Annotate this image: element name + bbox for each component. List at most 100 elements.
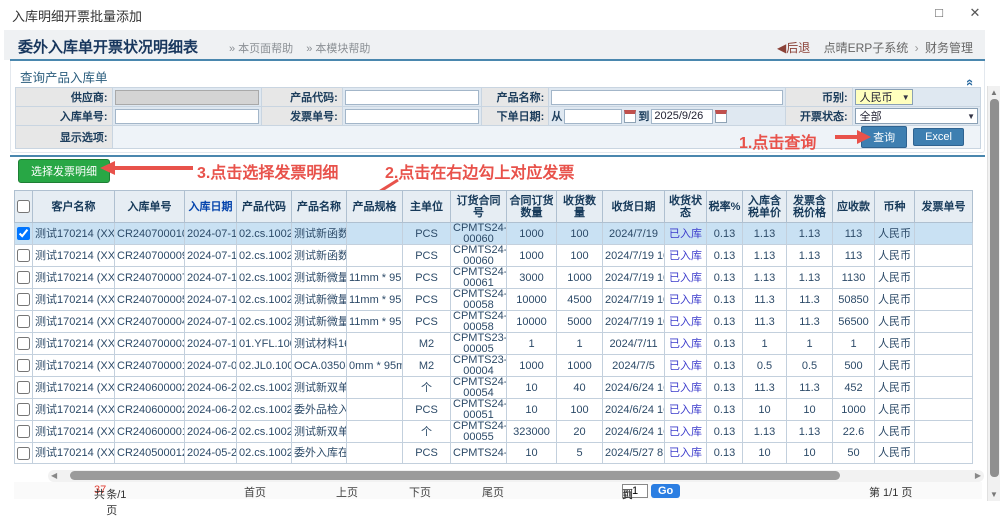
cell-invoice-no [915, 223, 973, 245]
breadcrumb-section[interactable]: 财务管理 [925, 41, 973, 55]
table-row: 测试170214 (XX)CR2407000012024-07-0502.JL0… [15, 355, 973, 377]
col-header-product-spec: 产品规格 [347, 191, 403, 223]
go-button[interactable]: Go [651, 484, 680, 498]
cell-tax-rate: 0.13 [707, 311, 743, 333]
col-header-inbound-date[interactable]: 入库日期 [185, 191, 237, 223]
row-checkbox[interactable] [17, 337, 30, 350]
row-checkbox[interactable] [17, 447, 30, 460]
breadcrumb-system[interactable]: 点晴ERP子系统 [824, 41, 909, 55]
calendar-icon[interactable] [624, 110, 636, 123]
row-checkbox[interactable] [17, 315, 30, 328]
select-all-checkbox[interactable] [17, 200, 30, 213]
horizontal-scrollbar[interactable]: ◀ ▶ [48, 470, 984, 482]
col-header-product-name: 产品名称 [292, 191, 347, 223]
row-select-cell [15, 311, 33, 333]
row-checkbox[interactable] [17, 249, 30, 262]
cell-invoice-price: 1.13 [787, 223, 833, 245]
table-container: 客户名称入库单号入库日期产品代码产品名称产品规格主单位订货合同号合同订货数量收货… [14, 190, 982, 469]
horizontal-scroll-thumb[interactable] [70, 471, 840, 480]
scroll-down-icon[interactable]: ▼ [988, 490, 1000, 499]
module-help-link[interactable]: » 本模块帮助 [306, 43, 370, 55]
cell-currency: 人民币 [875, 399, 915, 421]
page-help-link[interactable]: » 本页面帮助 [229, 43, 293, 55]
cell-contract-qty: 10 [507, 377, 557, 399]
col-header-invoice-no: 发票单号 [915, 191, 973, 223]
row-checkbox[interactable] [17, 425, 30, 438]
scroll-right-icon[interactable]: ▶ [975, 471, 981, 480]
row-select-cell [15, 267, 33, 289]
cell-inbound-no: CR240700005 [115, 289, 185, 311]
date-from-input[interactable] [564, 109, 622, 124]
invoice-no-input[interactable] [345, 109, 480, 124]
cell-product-spec [347, 399, 403, 421]
cell-product-name: 委外入库在途 [292, 443, 347, 464]
cell-inbound-unit-price: 1.13 [743, 267, 787, 289]
first-page-link[interactable]: 首页 [244, 484, 266, 500]
cell-currency: 人民币 [875, 355, 915, 377]
supplier-input[interactable] [115, 90, 260, 105]
cell-tax-rate: 0.13 [707, 377, 743, 399]
cell-main-unit: PCS [403, 289, 451, 311]
invoice-status-select[interactable]: 全部 ▼ [855, 108, 978, 124]
select-invoice-detail-button[interactable]: 选择发票明细 [18, 159, 110, 183]
product-code-input[interactable] [345, 90, 480, 105]
cell-currency: 人民币 [875, 311, 915, 333]
currency-select[interactable]: 人民币 ▼ [855, 89, 913, 105]
cell-contract-qty: 323000 [507, 421, 557, 443]
cell-currency: 人民币 [875, 267, 915, 289]
row-select-cell [15, 289, 33, 311]
row-checkbox[interactable] [17, 227, 30, 240]
cell-main-unit: M2 [403, 333, 451, 355]
excel-button[interactable]: Excel [913, 128, 964, 146]
date-to-label: 到 [638, 108, 649, 124]
back-link[interactable]: ◀后退 [777, 41, 810, 55]
cell-currency: 人民币 [875, 443, 915, 464]
prev-page-link[interactable]: 上页 [336, 484, 358, 500]
cell-customer-name: 测试170214 (XX) [33, 399, 115, 421]
cell-order-contract-no: CPMTS24-00058 [451, 311, 507, 333]
record-count: 共37条/1页 [94, 484, 106, 496]
calendar-icon[interactable] [715, 110, 727, 123]
cell-tax-rate: 0.13 [707, 443, 743, 464]
cell-receivable: 50850 [833, 289, 875, 311]
row-checkbox[interactable] [17, 271, 30, 284]
last-page-link[interactable]: 尾页 [482, 484, 504, 500]
maximize-icon[interactable]: □ [930, 5, 948, 20]
cell-product-code: 02.cs.100246 [237, 267, 292, 289]
next-page-link[interactable]: 下页 [409, 484, 431, 500]
scroll-up-icon[interactable]: ▲ [988, 88, 1000, 97]
date-to-input[interactable] [651, 109, 713, 124]
cell-main-unit: PCS [403, 311, 451, 333]
cell-received-status: 已入库 [665, 443, 707, 464]
cell-inbound-date: 2024-07-11 [185, 333, 237, 355]
inbound-no-input[interactable] [115, 109, 260, 124]
vertical-scrollbar[interactable]: ▲ ▼ [987, 86, 1000, 501]
cell-product-name: 测试新函数成 [292, 223, 347, 245]
cell-tax-rate: 0.13 [707, 223, 743, 245]
row-checkbox[interactable] [17, 403, 30, 416]
collapse-panel-icon[interactable]: « [963, 79, 978, 86]
row-checkbox[interactable] [17, 293, 30, 306]
cell-order-contract-no: CPMTS24-00061 [451, 267, 507, 289]
cell-tax-rate: 0.13 [707, 355, 743, 377]
row-select-cell [15, 333, 33, 355]
row-select-cell [15, 223, 33, 245]
cell-received-qty: 4500 [557, 289, 603, 311]
cell-received-status: 已入库 [665, 311, 707, 333]
cell-inbound-no: CR240700004 [115, 311, 185, 333]
product-name-input[interactable] [551, 90, 782, 105]
cell-product-spec [347, 421, 403, 443]
cell-contract-qty: 1000 [507, 245, 557, 267]
cell-receivable: 113 [833, 223, 875, 245]
scroll-left-icon[interactable]: ◀ [51, 471, 57, 480]
row-checkbox[interactable] [17, 381, 30, 394]
close-icon[interactable]: ✕ [966, 5, 984, 21]
cell-receivable: 500 [833, 355, 875, 377]
cell-received-status: 已入库 [665, 245, 707, 267]
cell-receivable: 22.6 [833, 421, 875, 443]
row-select-cell [15, 245, 33, 267]
cell-received-status: 已入库 [665, 333, 707, 355]
row-checkbox[interactable] [17, 359, 30, 372]
vertical-scroll-thumb[interactable] [990, 99, 999, 477]
supplier-label: 供应商: [16, 88, 112, 106]
